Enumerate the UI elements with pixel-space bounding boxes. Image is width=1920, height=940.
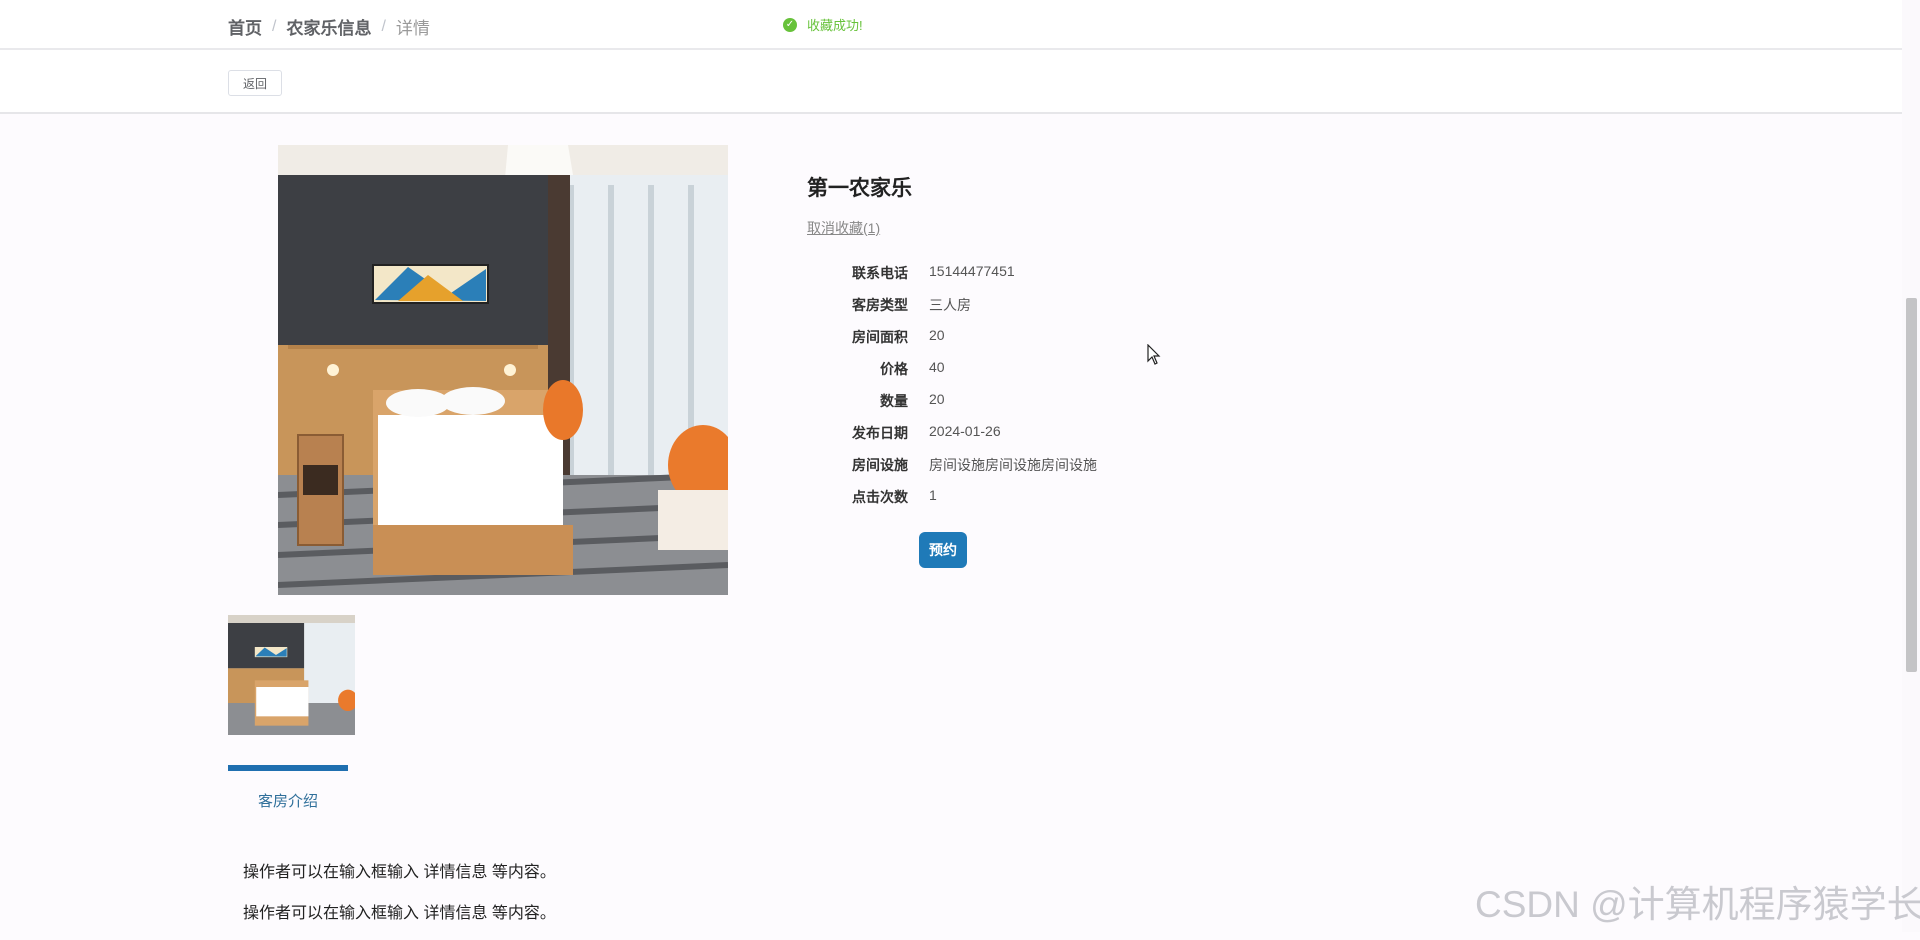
info-value: 1 [929, 487, 937, 503]
info-value: 20 [929, 391, 945, 407]
info-label: 客房类型 [852, 297, 908, 313]
toast-message: 收藏成功! [807, 18, 863, 33]
breadcrumb-list[interactable]: 农家乐信息 [286, 14, 371, 39]
breadcrumb: 首页 / 农家乐信息 / 详情 [228, 14, 430, 39]
intro-line: 操作者可以在输入框输入 详情信息 等内容。 [243, 905, 556, 922]
intro-line: 操作者可以在输入框输入 详情信息 等内容。 [243, 864, 556, 881]
unfavorite-link[interactable]: 取消收藏(1) [807, 218, 880, 238]
success-toast: ✓ 收藏成功! [783, 15, 863, 34]
info-label: 价格 [880, 361, 908, 377]
book-button[interactable]: 预约 [919, 532, 967, 568]
page-title: 第一农家乐 [807, 177, 912, 200]
info-value: 房间设施房间设施房间设施 [929, 457, 1097, 473]
breadcrumb-separator: / [272, 17, 277, 35]
info-value: 15144477451 [929, 263, 1015, 279]
info-value: 40 [929, 359, 945, 375]
top-bar: 首页 / 农家乐信息 / 详情 ✓ 收藏成功! [0, 0, 1902, 50]
info-label: 房间设施 [852, 457, 908, 473]
thumbnail-image[interactable] [228, 615, 355, 735]
info-label: 房间面积 [852, 329, 908, 345]
info-value: 三人房 [929, 297, 971, 313]
scrollbar-thumb[interactable] [1906, 298, 1917, 672]
intro-content: 操作者可以在输入框输入 详情信息 等内容。 操作者可以在输入框输入 详情信息 等… [243, 858, 556, 940]
info-value: 2024-01-26 [929, 423, 1001, 439]
info-label: 点击次数 [852, 489, 908, 505]
breadcrumb-home[interactable]: 首页 [228, 14, 262, 39]
info-value: 20 [929, 327, 945, 343]
tab-room-intro[interactable]: 客房介绍 [228, 790, 348, 811]
main-room-image [278, 145, 728, 595]
info-label: 联系电话 [852, 265, 908, 281]
check-circle-icon: ✓ [783, 17, 797, 32]
action-bar: 返回 [0, 50, 1902, 114]
info-label: 发布日期 [852, 425, 908, 441]
info-label: 数量 [880, 393, 908, 409]
tab-active-indicator [228, 765, 348, 771]
cursor-arrow-icon [1147, 343, 1161, 371]
back-button[interactable]: 返回 [228, 70, 282, 96]
breadcrumb-current: 详情 [395, 19, 430, 38]
breadcrumb-separator: / [381, 17, 386, 35]
watermark: CSDN @计算机程序猿学长 [1475, 884, 1920, 925]
